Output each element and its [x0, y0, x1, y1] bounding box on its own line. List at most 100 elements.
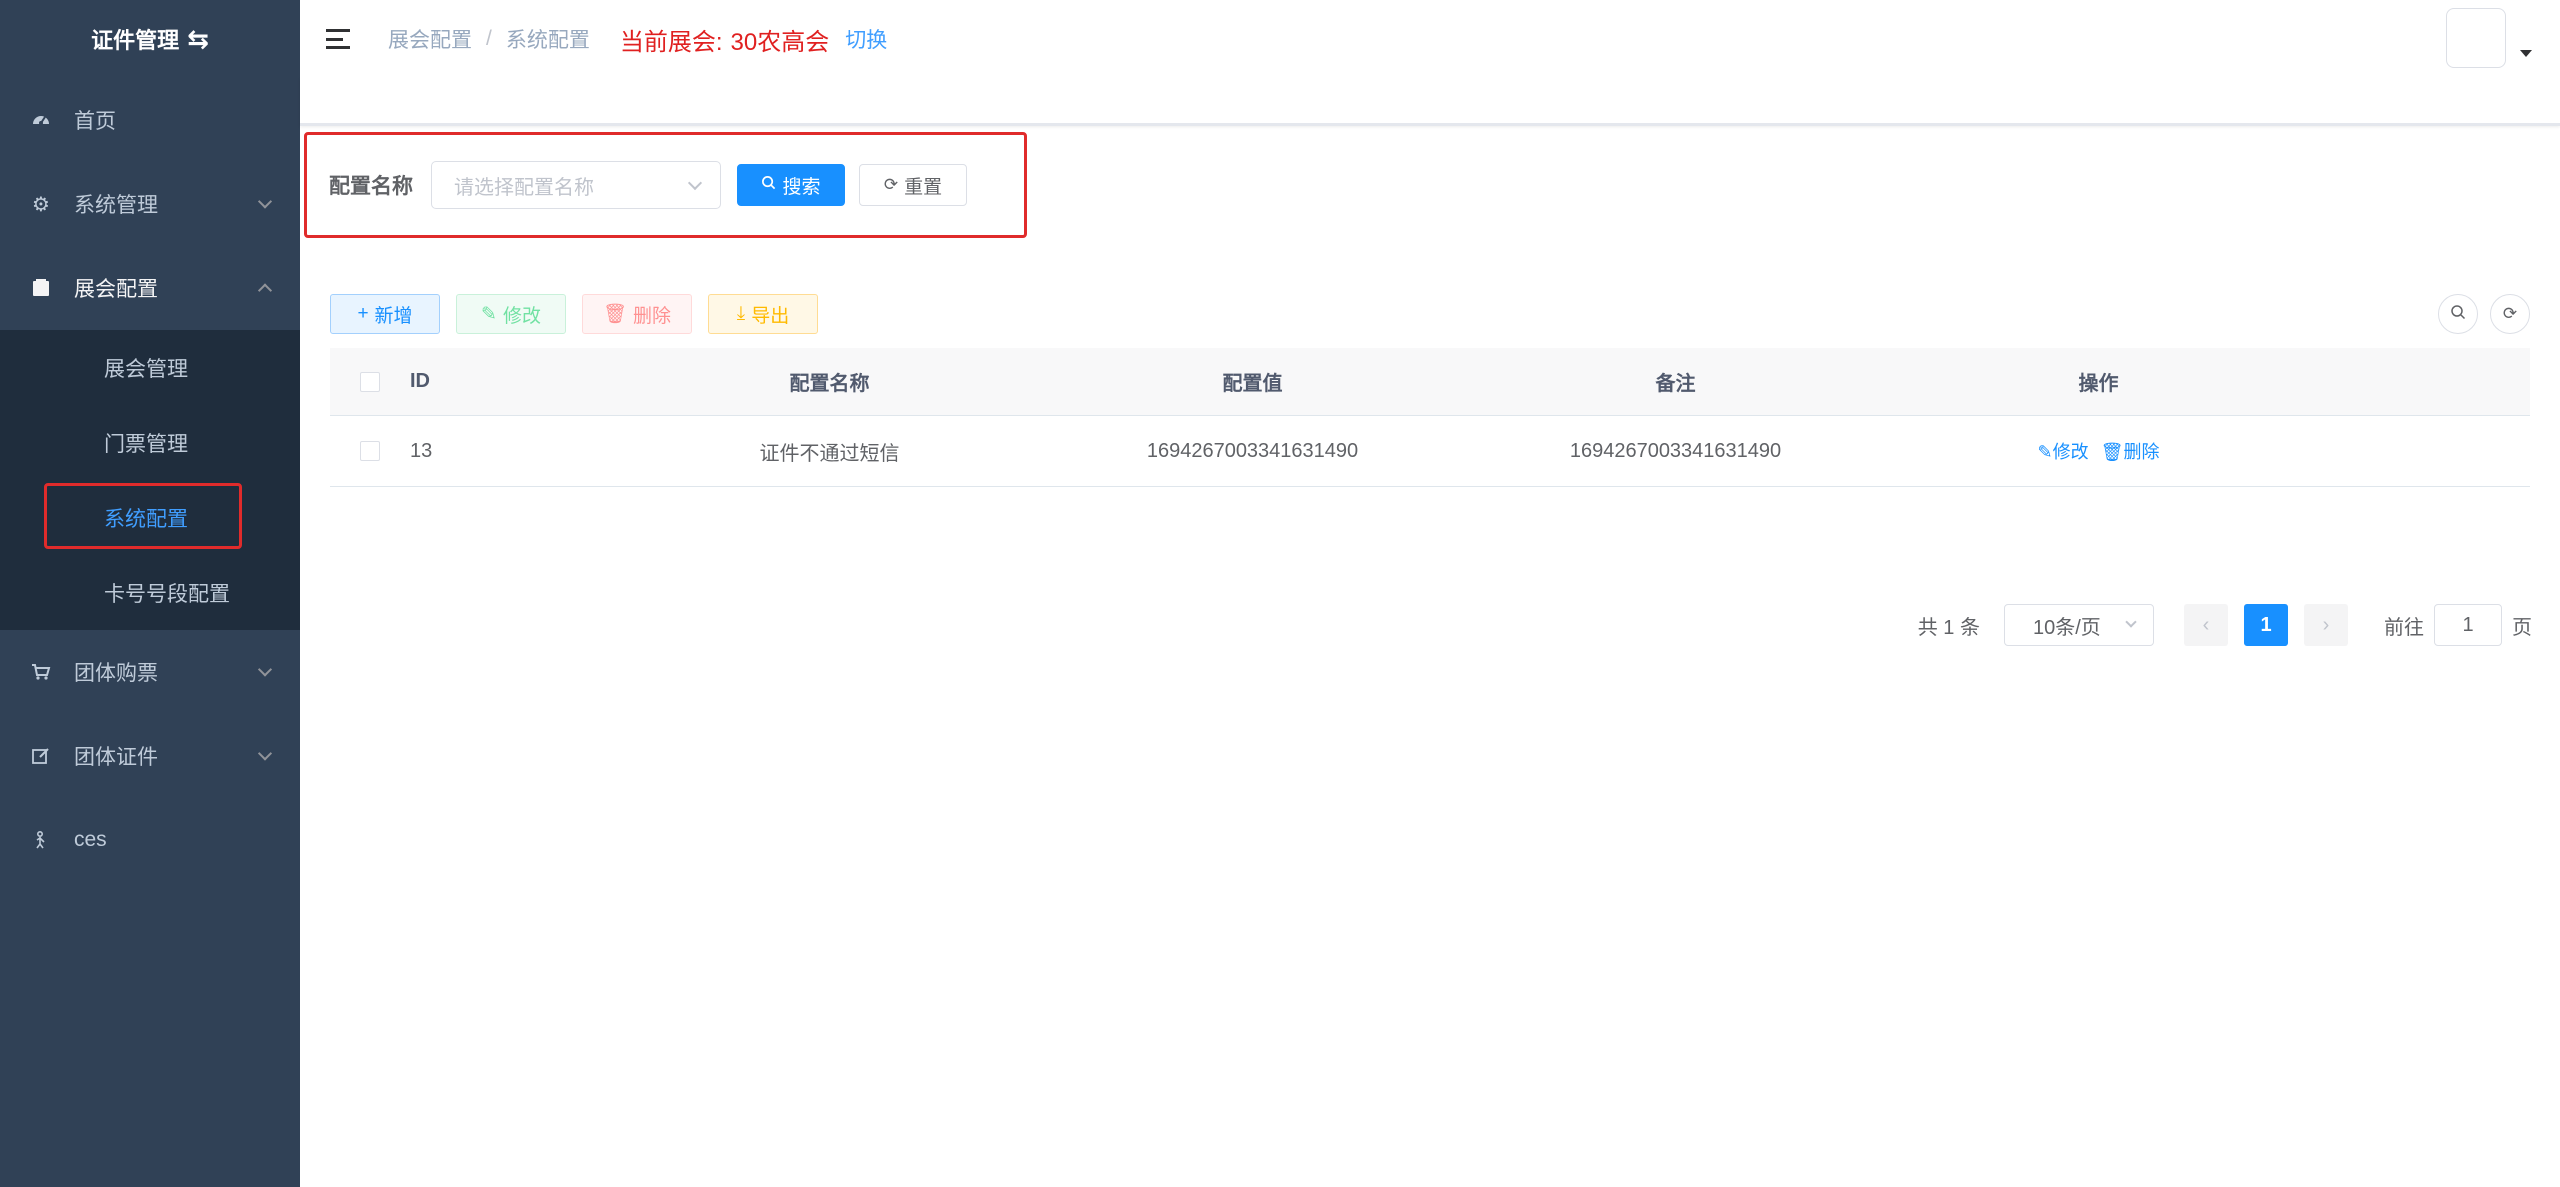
- app-title: 证件管理: [91, 28, 180, 53]
- toggle-search-button[interactable]: [2438, 294, 2478, 334]
- config-table: ID 配置名称 配置值 备注 操作 13 证件不通过短信 16942670033…: [330, 348, 2530, 487]
- sidebar: 证件管理 ⇆ 首页 ⚙ 系统管理 展会配置 展会管理 门票管理 系统配置 卡号号…: [0, 0, 300, 1187]
- goto-label: 前往: [2384, 616, 2424, 639]
- sidebar-item-group-cert[interactable]: 团体证件: [0, 714, 300, 798]
- gear-icon: ⚙: [32, 193, 50, 216]
- sidebar-item-label: 展会配置: [74, 278, 158, 301]
- cell-value: 1694267003341631490: [1146, 439, 1359, 462]
- chevron-down-icon: [257, 662, 273, 677]
- row-delete-link[interactable]: 🗑删除: [2101, 442, 2160, 462]
- delete-button[interactable]: 🗑 删除: [582, 294, 692, 334]
- sidebar-item-label: 首页: [74, 110, 116, 133]
- pagination-total: 共 1 条: [1917, 616, 1980, 639]
- trash-icon: 🗑: [602, 304, 628, 325]
- select-placeholder: 请选择配置名称: [454, 176, 594, 199]
- chevron-down-icon: [257, 194, 273, 209]
- swap-icon: ⇆: [187, 23, 209, 54]
- submenu-item-system-config[interactable]: 系统配置: [0, 480, 300, 555]
- cell-actions: ✎修改 🗑删除: [1887, 438, 2310, 464]
- page-size-select[interactable]: 10条/页: [2004, 604, 2154, 646]
- submenu-item-label: 卡号号段配置: [104, 582, 230, 606]
- refresh-button[interactable]: ⟳: [2490, 294, 2530, 334]
- chevron-right-icon: ›: [2322, 613, 2330, 636]
- table-row: 13 证件不通过短信 1694267003341631490 169426700…: [330, 416, 2530, 487]
- sidebar-item-label: 系统管理: [74, 194, 158, 217]
- main-area: 展会配置 / 系统配置 当前展会: 30农高会 切换 配置名称 请选择配置名称 …: [300, 0, 2560, 1187]
- chevron-down-icon: [2125, 616, 2137, 628]
- table-header: ID 配置名称 配置值 备注 操作: [330, 348, 2530, 416]
- breadcrumb-item-current: 系统配置: [505, 29, 590, 52]
- cell-id: 13: [410, 439, 433, 462]
- hand-icon: [30, 829, 52, 851]
- submenu-expo-config: 展会管理 门票管理 系统配置 卡号号段配置: [0, 330, 300, 630]
- app-logo[interactable]: 证件管理 ⇆: [0, 0, 300, 78]
- add-button-label: 新增: [374, 305, 413, 327]
- edit-button-label: 修改: [502, 305, 541, 327]
- pagination: 共 1 条 10条/页 ‹ 1 › 前往 1 页: [300, 604, 2532, 646]
- chevron-down-icon: [687, 175, 703, 191]
- tags-view-bar: [300, 78, 2560, 126]
- sidebar-item-label: ces: [74, 828, 107, 851]
- delete-button-label: 删除: [633, 305, 672, 327]
- folder-icon: [30, 277, 52, 299]
- sidebar-item-system[interactable]: ⚙ 系统管理: [0, 162, 300, 246]
- page-suffix-label: 页: [2512, 616, 2532, 639]
- goto-page-input[interactable]: 1: [2434, 604, 2502, 646]
- search-form: 配置名称 请选择配置名称 搜索 ⟳ 重置: [304, 132, 1027, 238]
- chevron-up-icon: [257, 283, 273, 298]
- sidebar-item-ces[interactable]: ces: [0, 798, 300, 882]
- hamburger-icon[interactable]: [326, 29, 350, 49]
- next-page-button[interactable]: ›: [2304, 604, 2348, 646]
- action-toolbar: + 新增 ✎ 修改 🗑 删除 ⤓ 导出: [330, 294, 818, 334]
- add-button[interactable]: + 新增: [330, 294, 440, 334]
- sidebar-item-group-ticket[interactable]: 团体购票: [0, 630, 300, 714]
- chevron-down-icon: [257, 746, 273, 761]
- submenu-item-label: 门票管理: [104, 432, 188, 456]
- search-button[interactable]: 搜索: [737, 164, 845, 206]
- plus-icon: +: [357, 303, 369, 324]
- config-name-select[interactable]: 请选择配置名称: [431, 161, 721, 209]
- refresh-icon: ⟳: [883, 175, 899, 194]
- select-all-checkbox[interactable]: [360, 371, 380, 392]
- sidebar-item-expo-config[interactable]: 展会配置: [0, 246, 300, 330]
- row-edit-link[interactable]: ✎修改: [2038, 442, 2089, 462]
- cart-icon: [30, 661, 52, 683]
- export-button-label: 导出: [751, 305, 790, 327]
- submenu-item-ticket-manage[interactable]: 门票管理: [0, 405, 300, 480]
- row-checkbox-cell: [330, 441, 410, 461]
- download-icon: ⤓: [736, 303, 746, 324]
- current-expo-label: 当前展会:: [619, 28, 723, 56]
- chevron-left-icon: ‹: [2202, 613, 2210, 636]
- edit-icon: [30, 745, 52, 767]
- trash-icon: 🗑: [2100, 442, 2124, 462]
- column-header-id: ID: [410, 370, 430, 392]
- cell-remark: 1694267003341631490: [1569, 439, 1782, 462]
- avatar[interactable]: [2446, 8, 2506, 68]
- page-number-button[interactable]: 1: [2244, 604, 2288, 646]
- current-expo-name: 30农高会: [730, 28, 830, 56]
- search-icon: [761, 175, 776, 195]
- submenu-item-expo-manage[interactable]: 展会管理: [0, 330, 300, 405]
- highlight-box: [44, 483, 242, 549]
- reset-button[interactable]: ⟳ 重置: [859, 164, 967, 206]
- export-button[interactable]: ⤓ 导出: [708, 294, 818, 334]
- pencil-icon: ✎: [481, 303, 497, 325]
- row-checkbox[interactable]: [360, 441, 380, 461]
- search-button-label: 搜索: [782, 176, 821, 198]
- dashboard-icon: [30, 109, 52, 131]
- navbar: 展会配置 / 系统配置 当前展会: 30农高会 切换: [300, 0, 2560, 78]
- caret-down-icon[interactable]: [2520, 50, 2532, 57]
- edit-button[interactable]: ✎ 修改: [456, 294, 566, 334]
- submenu-item-label: 展会管理: [104, 357, 188, 381]
- sidebar-item-label: 团体证件: [74, 746, 158, 769]
- breadcrumb: 展会配置 / 系统配置: [388, 24, 590, 54]
- row-edit-label: 修改: [2052, 442, 2089, 462]
- breadcrumb-separator: /: [486, 27, 492, 50]
- submenu-item-card-range[interactable]: 卡号号段配置: [0, 555, 300, 630]
- select-all-checkbox-cell: [330, 371, 410, 392]
- switch-expo-link[interactable]: 切换: [845, 24, 887, 54]
- page-size-value: 10条/页: [2033, 616, 2101, 639]
- breadcrumb-item[interactable]: 展会配置: [388, 24, 472, 54]
- sidebar-item-home[interactable]: 首页: [0, 78, 300, 162]
- prev-page-button[interactable]: ‹: [2184, 604, 2228, 646]
